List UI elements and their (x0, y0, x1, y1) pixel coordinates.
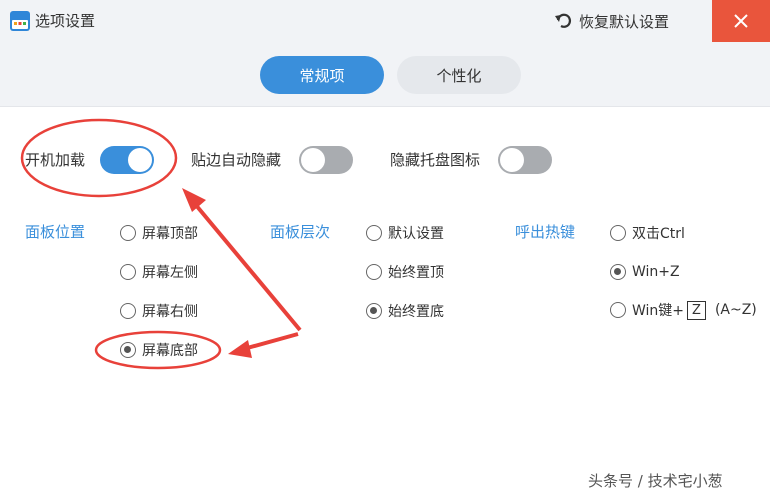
radio-circle (120, 303, 136, 319)
toggle-label-hide-tray: 隐藏托盘图标 (390, 151, 481, 169)
radio-label: 始终置底 (388, 304, 444, 320)
radio-label: 始终置顶 (388, 265, 444, 281)
radio-screen-bottom[interactable]: 屏幕底部 (120, 340, 198, 360)
window-title: 选项设置 (35, 12, 96, 30)
toggle-label-edge-hide: 贴边自动隐藏 (191, 151, 282, 169)
radio-circle (610, 225, 626, 241)
radio-circle (366, 225, 382, 241)
radio-double-ctrl[interactable]: 双击Ctrl (610, 223, 685, 243)
tab-bar (0, 42, 770, 107)
toggle-knob (301, 148, 325, 172)
radio-circle (366, 303, 382, 319)
radio-label: 屏幕左侧 (142, 265, 198, 281)
app-icon (10, 11, 30, 31)
radio-always-top[interactable]: 始终置顶 (366, 262, 444, 282)
radio-circle (120, 342, 136, 358)
panel-layer-heading: 面板层次 (270, 223, 331, 241)
tab-personalize[interactable]: 个性化 (397, 56, 521, 94)
radio-label: Win键+ (632, 303, 685, 319)
custom-key-input[interactable]: Z (687, 300, 706, 320)
toggle-label-autostart: 开机加载 (25, 151, 86, 169)
annotation-arrowhead (228, 340, 252, 358)
radio-label: Win+Z (632, 264, 680, 280)
radio-label: 屏幕底部 (142, 343, 198, 359)
toggle-knob (128, 148, 152, 172)
radio-circle (610, 264, 626, 280)
radio-default[interactable]: 默认设置 (366, 223, 444, 243)
reset-defaults-button[interactable]: 恢复默认设置 (555, 10, 669, 32)
autostart-toggle[interactable] (100, 146, 154, 174)
watermark: 头条号 / 技术宅小葱 (588, 472, 723, 490)
radio-label: 屏幕右侧 (142, 304, 198, 320)
hotkey-heading: 呼出热键 (515, 223, 576, 241)
edge-hide-toggle[interactable] (299, 146, 353, 174)
radio-circle (610, 302, 626, 318)
close-button[interactable] (712, 0, 770, 42)
toggle-knob (500, 148, 524, 172)
radio-label: 双击Ctrl (632, 226, 685, 242)
radio-label: 屏幕顶部 (142, 226, 198, 242)
radio-win-custom[interactable]: Win键+ Z (A~Z) (610, 300, 757, 320)
reset-defaults-label: 恢复默认设置 (579, 12, 670, 31)
key-range-label: (A~Z) (714, 302, 757, 318)
radio-circle (366, 264, 382, 280)
radio-win-z[interactable]: Win+Z (610, 262, 680, 282)
radio-circle (120, 225, 136, 241)
radio-circle (120, 264, 136, 280)
undo-icon (555, 13, 572, 28)
radio-always-bottom[interactable]: 始终置底 (366, 301, 444, 321)
radio-label: 默认设置 (388, 226, 444, 242)
radio-screen-left[interactable]: 屏幕左侧 (120, 262, 198, 282)
tab-general[interactable]: 常规项 (260, 56, 384, 94)
annotation-arrowhead (182, 188, 206, 212)
hide-tray-toggle[interactable] (498, 146, 552, 174)
annotation-arrow-line (239, 332, 299, 352)
close-icon (734, 14, 748, 28)
radio-screen-top[interactable]: 屏幕顶部 (120, 223, 198, 243)
radio-screen-right[interactable]: 屏幕右侧 (120, 301, 198, 321)
annotation-arrow-line (188, 196, 302, 332)
panel-position-heading: 面板位置 (25, 223, 86, 241)
